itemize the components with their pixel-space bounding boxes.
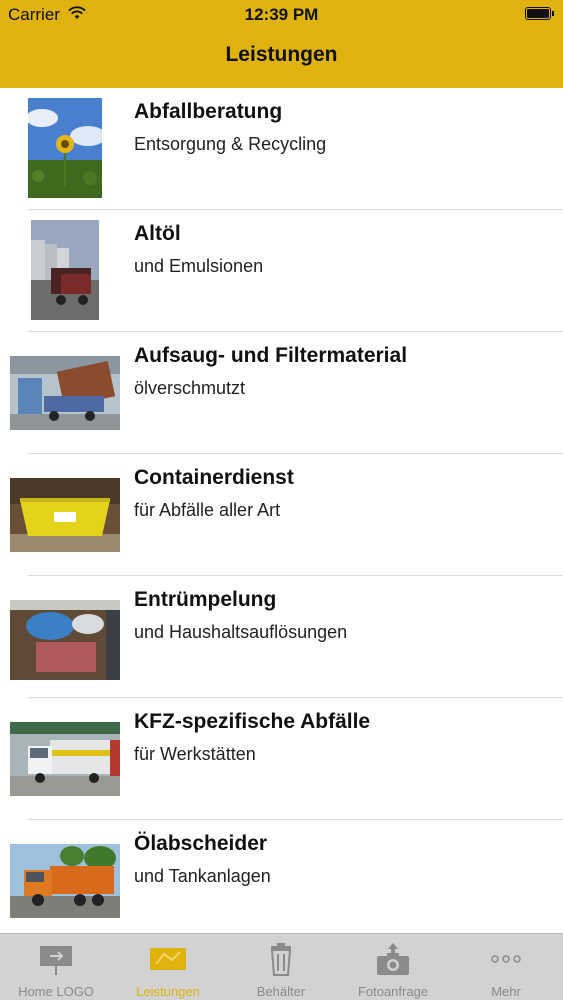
delivery-truck-photo: [10, 722, 120, 796]
page-title: Leistungen: [225, 43, 338, 66]
sunflower-photo: [28, 98, 102, 198]
list-item-entruempelung[interactable]: Entrümpelung und Haushaltsauflösungen: [0, 576, 563, 698]
tab-mehr[interactable]: Mehr: [450, 934, 562, 1000]
status-time: 12:39 PM: [244, 5, 319, 24]
logo-sign-icon: [38, 942, 74, 976]
service-title: Entrümpelung: [134, 588, 277, 611]
service-title: Altöl: [134, 222, 181, 245]
service-title: Abfallberatung: [134, 100, 283, 123]
truck-logo-icon: [150, 942, 186, 976]
list-item-aufsaug-filtermaterial[interactable]: Aufsaug- und Filtermaterial ölverschmutz…: [0, 332, 563, 454]
trash-bin-icon: [263, 942, 299, 976]
suction-truck-photo: [10, 844, 120, 918]
app-header: Carrier 12:39 PM Leistungen: [0, 0, 563, 88]
service-subtitle: für Werkstätten: [134, 744, 256, 764]
tab-label: Home LOGO: [18, 984, 94, 999]
tank-truck-photo: [31, 220, 99, 320]
service-subtitle: ölverschmutzt: [134, 378, 246, 398]
list-item-altoel[interactable]: Altöl und Emulsionen: [0, 210, 563, 332]
service-subtitle: und Emulsionen: [134, 256, 264, 276]
service-subtitle: und Tankanlagen: [134, 866, 271, 886]
service-title: Ölabscheider: [134, 832, 268, 855]
tab-home-logo[interactable]: Home LOGO: [0, 934, 112, 1000]
service-title: KFZ-spezifische Abfälle: [134, 710, 371, 733]
tab-bar: Home LOGO Leistungen Behälter Fotoanfrag…: [0, 933, 563, 1000]
tab-label: Leistungen: [136, 984, 200, 999]
battery-icon: [525, 7, 554, 20]
services-list: Abfallberatung Entsorgung & Recycling Al…: [0, 88, 563, 942]
list-item-abfallberatung[interactable]: Abfallberatung Entsorgung & Recycling: [0, 88, 563, 210]
service-subtitle: für Abfälle aller Art: [134, 500, 281, 520]
list-item-containerdienst[interactable]: Containerdienst für Abfälle aller Art: [0, 454, 563, 576]
tab-fotoanfrage[interactable]: Fotoanfrage: [337, 934, 449, 1000]
service-subtitle: und Haushaltsauflösungen: [134, 622, 348, 642]
camera-upload-icon: [375, 942, 411, 976]
yellow-container-photo: [10, 478, 120, 552]
tab-label: Mehr: [491, 984, 521, 999]
tab-behaelter[interactable]: Behälter: [225, 934, 337, 1000]
more-dots-icon: [488, 942, 524, 976]
service-title: Containerdienst: [134, 466, 294, 489]
clearance-container-photo: [10, 600, 120, 680]
list-item-oelabscheider[interactable]: Ölabscheider und Tankanlagen: [0, 820, 563, 942]
list-item-kfz-abfaelle[interactable]: KFZ-spezifische Abfälle für Werkstätten: [0, 698, 563, 820]
tab-leistungen[interactable]: Leistungen: [112, 934, 224, 1000]
service-title: Aufsaug- und Filtermaterial: [134, 344, 408, 367]
status-bar: Carrier 12:39 PM: [0, 0, 563, 30]
service-subtitle: Entsorgung & Recycling: [134, 134, 327, 154]
tab-label: Fotoanfrage: [357, 984, 429, 999]
warehouse-truck-photo: [10, 356, 120, 430]
tab-label: Behälter: [256, 984, 306, 999]
